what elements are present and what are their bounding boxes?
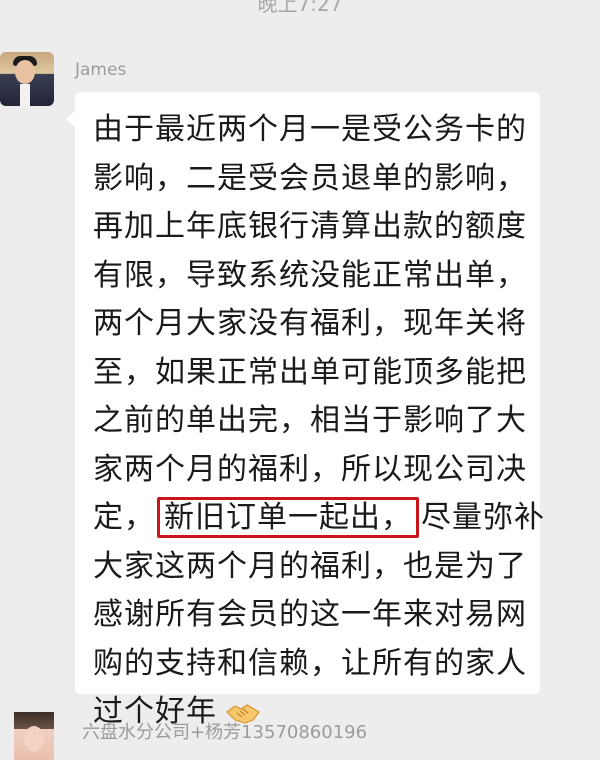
avatar-face [15, 60, 35, 84]
sender-avatar-james[interactable] [0, 52, 54, 106]
avatar-face [24, 726, 44, 752]
message-line: 有限，导致系统没能正常出单， [93, 257, 527, 293]
avatar-shirt [20, 84, 30, 106]
message-line: 由于最近两个月一是受公务卡的 [93, 112, 527, 147]
sender-name: 六盘水分公司+杨芳13570860196 [82, 722, 368, 743]
message-text: 尽量弥补 [421, 500, 545, 535]
sender-avatar-second[interactable] [14, 712, 54, 760]
highlight-box: 新旧订单一起出， [157, 497, 419, 538]
message-line: 两个月大家没有福利，现年关将 [93, 306, 527, 341]
message-line: 至，如果正常出单可能顶多能把 [93, 354, 527, 390]
message-line: 家两个月的福利，所以现公司决 [93, 451, 527, 487]
message-line: 再加上年底银行清算出款的额度 [93, 209, 527, 244]
message-bubble[interactable]: 由于最近两个月一是受公务卡的 影响，二是受会员退单的影响， 再加上年底银行清算出… [66, 92, 544, 729]
message-timestamp: 晚上7:27 [257, 0, 343, 16]
sender-name: James [75, 60, 127, 80]
message-line: 大家这两个月的福利，也是为了 [93, 548, 527, 584]
message-line: 感谢所有会员的这一年来对易网 [93, 597, 527, 632]
message-line-highlighted: 定， 新旧订单一起出， 尽量弥补 [93, 494, 544, 543]
message-text: 定， [93, 500, 155, 535]
message-line: 之前的单出完，相当于影响了大 [93, 403, 527, 438]
message-line: 购的支持和信赖，让所有的家人 [93, 645, 527, 681]
message-line: 影响，二是受会员退单的影响， [93, 160, 527, 196]
